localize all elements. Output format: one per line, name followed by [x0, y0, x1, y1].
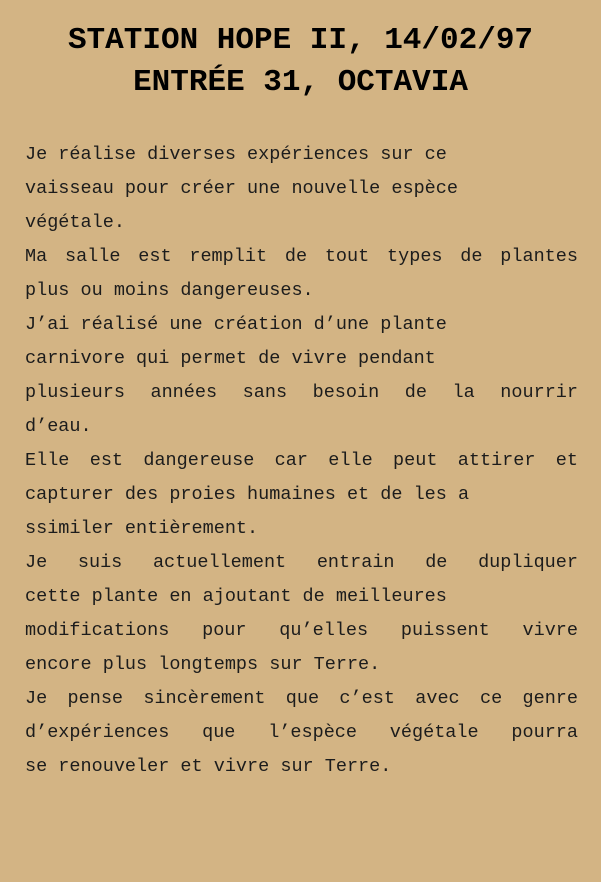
text-line: d’expériences que l’espèce végétale pour…	[25, 722, 578, 743]
heading-entry-author: ENTRÉE 31, OCTAVIA	[133, 65, 468, 100]
entry-heading: STATION HOPE II, 14/02/97 ENTRÉE 31, OCT…	[0, 20, 601, 104]
text-line: Elle est dangereuse car elle peut attire…	[25, 450, 578, 471]
text-line: cette plante en ajoutant de meilleures	[25, 586, 447, 607]
text-line: capturer des proies humaines et de les a	[25, 484, 470, 505]
text-line: modifications pour qu’elles puissent viv…	[25, 620, 578, 641]
entry-body: Je réalise diverses expériences sur ce v…	[25, 138, 578, 784]
text-line: plus ou moins dangereuses.	[25, 280, 314, 301]
journal-page: STATION HOPE II, 14/02/97 ENTRÉE 31, OCT…	[0, 0, 601, 882]
text-line: Je suis actuellement entrain de duplique…	[25, 552, 578, 573]
text-line: d’eau.	[25, 416, 92, 437]
text-line: Je réalise diverses expériences sur ce	[25, 144, 447, 165]
text-line: encore plus longtemps sur Terre.	[25, 654, 381, 675]
text-line: carnivore qui permet de vivre pendant	[25, 348, 436, 369]
text-line: végétale.	[25, 212, 125, 233]
text-line: ssimiler entièrement.	[25, 518, 259, 539]
heading-station-date: STATION HOPE II, 14/02/97	[67, 23, 534, 58]
text-line: vaisseau pour créer une nouvelle espèce	[25, 178, 458, 199]
text-line: plusieurs années sans besoin de la nourr…	[25, 382, 578, 403]
text-line: Ma salle est remplit de tout types de pl…	[25, 246, 578, 267]
text-line: J’ai réalisé une création d’une plante	[25, 314, 447, 335]
text-line: se renouveler et vivre sur Terre.	[25, 756, 392, 777]
text-line: Je pense sincèrement que c’est avec ce g…	[25, 688, 578, 709]
